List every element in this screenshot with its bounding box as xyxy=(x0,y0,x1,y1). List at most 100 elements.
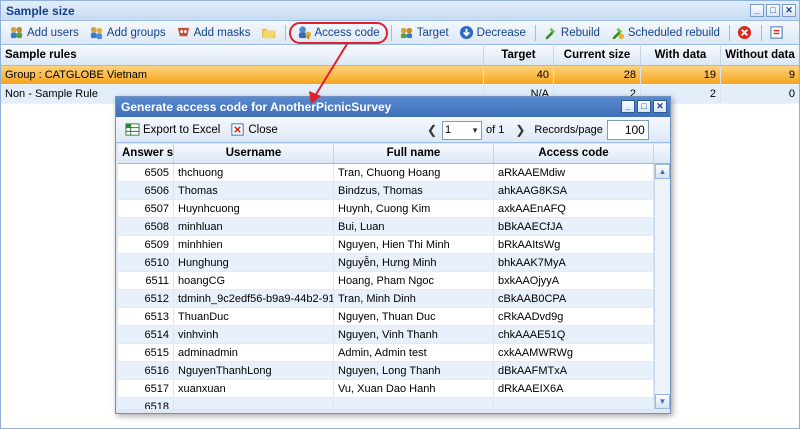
grid-header: Sample rules Target Current size With da… xyxy=(1,46,799,66)
table-row[interactable]: 6507 Huynhcuong Huynh, Cuong Kim axkAAEnAFQ xyxy=(118,200,654,218)
col-current-size[interactable]: Current size xyxy=(554,46,641,65)
access-code-icon xyxy=(297,25,312,40)
cell-full-name: Vu, Xuan Dao Hanh xyxy=(334,380,494,397)
cell-current: 28 xyxy=(554,66,641,84)
table-row[interactable]: 6512 tdminh_9c2edf56-b9a9-44b2-91 Tran, Mi… xyxy=(118,290,654,308)
vertical-scrollbar[interactable]: ▲ ▼ xyxy=(654,164,670,409)
access-code-label: Access code xyxy=(314,26,380,39)
toolbar-separator xyxy=(534,24,536,41)
add-users-button[interactable]: Add users xyxy=(5,23,85,43)
add-groups-label: Add groups xyxy=(106,26,166,39)
cell-full-name: Hoang, Pham Ngoc xyxy=(334,272,494,289)
export-to-excel-button[interactable]: Export to Excel xyxy=(121,120,226,140)
dialog-maximize-button[interactable]: □ xyxy=(637,100,651,113)
table-row[interactable]: 6515 adminadmin Admin, Admin test cxkAAMWRW… xyxy=(118,344,654,362)
table-row[interactable]: 6506 Thomas Bindzus, Thomas ahkAAG8KSA xyxy=(118,182,654,200)
maximize-button[interactable]: □ xyxy=(766,4,780,17)
cell-access-code: cRkAADvd9g xyxy=(494,308,654,325)
col-sample-rules[interactable]: Sample rules xyxy=(1,46,484,65)
export-to-excel-label: Export to Excel xyxy=(143,123,221,136)
col-access-code[interactable]: Access code xyxy=(494,144,654,163)
access-grid-header: Answer sl Username Full name Access code xyxy=(118,144,654,164)
cell-full-name: Nguyen, Hien Thi Minh xyxy=(334,236,494,253)
col-without-data[interactable]: Without data xyxy=(721,46,799,65)
access-code-button[interactable]: Access code xyxy=(288,21,388,44)
table-row[interactable]: 6505 thchuong Tran, Chuong Hoang aRkAAEMdiw xyxy=(118,164,654,182)
export-button[interactable] xyxy=(765,23,790,43)
target-label: Target xyxy=(416,26,449,39)
cell-username xyxy=(174,398,334,409)
table-row[interactable]: 6517 xuanxuan Vu, Xuan Dao Hanh dRkAAEIX6A xyxy=(118,380,654,398)
dialog-close-button[interactable]: ✕ xyxy=(653,100,667,113)
folder-button[interactable] xyxy=(257,23,282,43)
cell-username: adminadmin xyxy=(174,344,334,361)
dialog-titlebar[interactable]: Generate access code for AnotherPicnicSu… xyxy=(116,97,670,117)
col-username[interactable]: Username xyxy=(174,144,334,163)
rebuild-label: Rebuild xyxy=(560,26,600,39)
cell-full-name: Bindzus, Thomas xyxy=(334,182,494,199)
add-groups-icon xyxy=(89,25,104,40)
cell-full-name: Nguyen, Long Thanh xyxy=(334,362,494,379)
table-row[interactable]: 6509 minhhien Nguyen, Hien Thi Minh bRkAAIt… xyxy=(118,236,654,254)
table-row[interactable]: Group : CATGLOBE Vietnam 40 28 19 9 xyxy=(1,66,799,85)
page-select[interactable]: 1 ▼ xyxy=(442,120,482,140)
minimize-button[interactable]: _ xyxy=(750,4,764,17)
table-row[interactable]: 6518 xyxy=(118,398,654,409)
close-button[interactable]: ✕ xyxy=(782,4,796,17)
delete-button[interactable] xyxy=(733,23,758,43)
cell-answer-sheet: 6509 xyxy=(118,236,174,253)
col-with-data[interactable]: With data xyxy=(641,46,721,65)
toolbar-separator xyxy=(728,24,730,41)
decrease-button[interactable]: Decrease xyxy=(455,23,532,43)
cell-answer-sheet: 6512 xyxy=(118,290,174,307)
next-page-icon[interactable]: ❯ xyxy=(514,123,526,137)
cell-full-name: Nguyen, Thuan Duc xyxy=(334,308,494,325)
scheduled-rebuild-icon xyxy=(610,25,625,40)
rebuild-button[interactable]: Rebuild xyxy=(539,23,606,43)
dialog-close-action-button[interactable]: Close xyxy=(226,120,283,140)
cell-username: NguyenThanhLong xyxy=(174,362,334,379)
dialog-title: Generate access code for AnotherPicnicSu… xyxy=(121,100,392,114)
cell-answer-sheet: 6510 xyxy=(118,254,174,271)
cell-access-code: bRkAAItsWg xyxy=(494,236,654,253)
col-answer-sheet[interactable]: Answer sl xyxy=(118,144,174,163)
header-spacer xyxy=(654,144,670,164)
table-row[interactable]: 6516 NguyenThanhLong Nguyen, Long Thanh dBk… xyxy=(118,362,654,380)
col-target[interactable]: Target xyxy=(484,46,554,65)
table-row[interactable]: 6514 vinhvinh Nguyen, Vinh Thanh chkAAAE51Q xyxy=(118,326,654,344)
cell-target: 40 xyxy=(484,66,554,84)
table-row[interactable]: 6511 hoangCG Hoang, Pham Ngoc bxkAAOjyyA xyxy=(118,272,654,290)
target-button[interactable]: Target xyxy=(395,23,455,43)
table-row[interactable]: 6508 minhluan Bui, Luan bBkAAECfJA xyxy=(118,218,654,236)
scroll-up-icon[interactable]: ▲ xyxy=(655,164,670,179)
table-row[interactable]: 6510 Hunghung Nguyễn, Hưng Minh bhkAAK7MyA xyxy=(118,254,654,272)
add-masks-button[interactable]: Add masks xyxy=(172,23,257,43)
cell-full-name xyxy=(334,398,494,409)
scheduled-rebuild-button[interactable]: Scheduled rebuild xyxy=(606,23,726,43)
prev-page-icon[interactable]: ❮ xyxy=(426,123,438,137)
cell-full-name: Tran, Minh Dinh xyxy=(334,290,494,307)
cell-username: Thomas xyxy=(174,182,334,199)
cell-full-name: Huynh, Cuong Kim xyxy=(334,200,494,217)
cell-access-code: dRkAAEIX6A xyxy=(494,380,654,397)
page-count: of 1 xyxy=(486,124,505,136)
decrease-icon xyxy=(459,25,474,40)
col-full-name[interactable]: Full name xyxy=(334,144,494,163)
cell-username: hoangCG xyxy=(174,272,334,289)
dialog-minimize-button[interactable]: _ xyxy=(621,100,635,113)
pager: ❮ 1 ▼ of 1 ❯ Records/page xyxy=(426,120,649,140)
add-groups-button[interactable]: Add groups xyxy=(85,23,172,43)
cell-access-code: axkAAEnAFQ xyxy=(494,200,654,217)
cell-access-code: bBkAAECfJA xyxy=(494,218,654,235)
cell-name: Group : CATGLOBE Vietnam xyxy=(1,66,484,84)
scroll-down-icon[interactable]: ▼ xyxy=(655,394,670,409)
cell-full-name: Bui, Luan xyxy=(334,218,494,235)
page-value: 1 xyxy=(445,124,452,136)
cell-access-code: dBkAAFMTxA xyxy=(494,362,654,379)
records-per-page-input[interactable] xyxy=(606,120,649,140)
cell-answer-sheet: 6506 xyxy=(118,182,174,199)
scheduled-rebuild-label: Scheduled rebuild xyxy=(627,26,720,39)
cell-username: Huynhcuong xyxy=(174,200,334,217)
close-label: Close xyxy=(248,123,278,136)
table-row[interactable]: 6513 ThuanDuc Nguyen, Thuan Duc cRkAADvd9g xyxy=(118,308,654,326)
